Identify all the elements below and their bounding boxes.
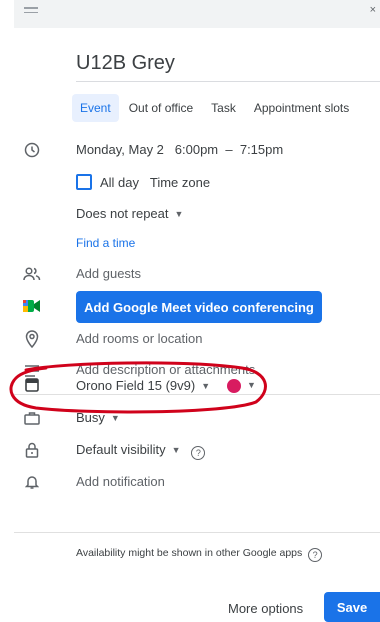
event-type-tabs: Event Out of office Task Appointment slo… [72,94,359,122]
time-separator: – [225,142,233,157]
time-zone-link[interactable]: Time zone [150,175,210,190]
section-divider [14,532,380,533]
datetime-row: Monday, May 2 6:00pm – 7:15pm [76,142,283,157]
end-time-field[interactable]: 7:15pm [240,142,283,157]
chevron-down-icon: ▼ [171,445,181,455]
more-options-button[interactable]: More options [228,601,303,616]
date-field[interactable]: Monday, May 2 [76,142,164,157]
add-google-meet-button[interactable]: Add Google Meet video conferencing [76,291,322,323]
find-a-time-link[interactable]: Find a time [76,236,135,250]
clock-icon [23,141,41,159]
add-notification-link[interactable]: Add notification [76,474,165,489]
bell-icon [23,473,41,491]
repeat-dropdown[interactable]: Does not repeat ▼ [76,206,183,221]
tab-event[interactable]: Event [72,94,119,122]
all-day-row: All day Time zone [100,175,210,190]
dialog-header-bar: × [14,0,380,28]
tab-appointment-slots[interactable]: Appointment slots [246,94,357,122]
title-underline [76,81,380,82]
tab-task[interactable]: Task [203,94,244,122]
google-meet-icon [23,297,41,315]
guests-icon [23,265,41,283]
busy-dropdown[interactable]: Busy ▼ [76,410,120,425]
repeat-label: Does not repeat [76,206,169,221]
save-button[interactable]: Save [324,592,380,622]
lock-icon [23,441,41,459]
highlight-annotation-ellipse [9,361,267,414]
busy-label: Busy [76,410,105,425]
close-icon[interactable]: × [370,4,376,16]
event-title-input[interactable]: U12B Grey [76,52,376,75]
location-input[interactable]: Add rooms or location [76,331,202,346]
visibility-label: Default visibility [76,442,166,457]
drag-handle-icon[interactable] [24,7,38,15]
help-icon[interactable]: ? [308,548,323,562]
location-pin-icon [23,330,41,348]
chevron-down-icon: ▼ [174,209,184,219]
help-icon[interactable]: ? [191,446,206,460]
chevron-down-icon: ▼ [110,413,120,423]
add-guests-input[interactable]: Add guests [76,266,141,281]
availability-note-text: Availability might be shown in other Goo… [76,547,303,559]
tab-out-of-office[interactable]: Out of office [121,94,201,122]
all-day-checkbox[interactable] [76,174,92,190]
visibility-dropdown[interactable]: Default visibility ▼ ? [76,442,206,460]
all-day-label: All day [100,175,140,190]
availability-note: Availability might be shown in other Goo… [76,547,323,562]
briefcase-icon [23,409,41,427]
start-time-field[interactable]: 6:00pm [175,142,218,157]
